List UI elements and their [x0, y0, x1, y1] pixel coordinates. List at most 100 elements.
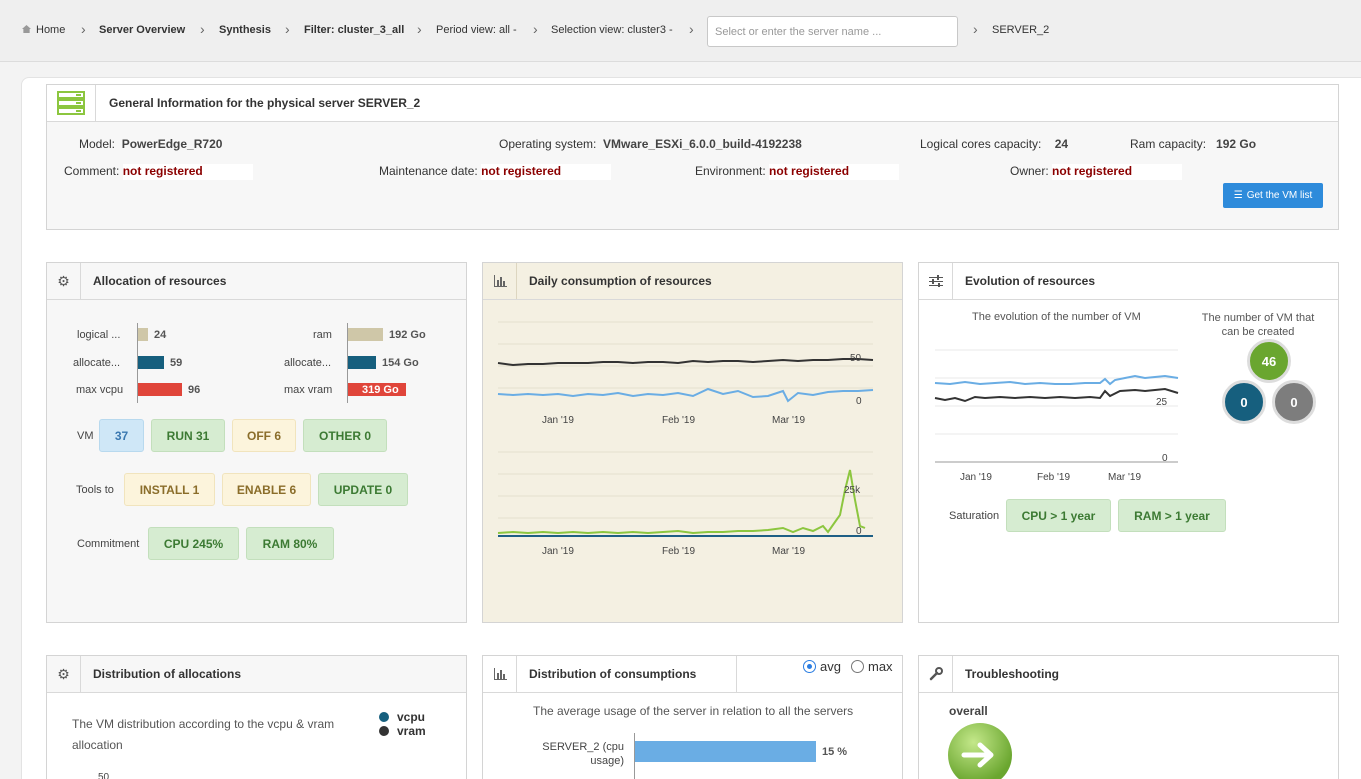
- alloc-value-allocated-vram: 154 Go: [382, 357, 419, 369]
- daily-title: Daily consumption of resources: [529, 274, 712, 288]
- vm-creatable-ram-circle: 0: [1272, 380, 1316, 424]
- chevron-right-icon: ›: [285, 21, 290, 37]
- daily-month-mar-2: Mar '19: [772, 546, 806, 557]
- chevron-right-icon: ›: [81, 21, 86, 37]
- alloc-value-max-vcpu: 96: [188, 384, 201, 396]
- maintenance-field: Maintenance date: not registered: [379, 164, 612, 180]
- breadcrumb-server[interactable]: SERVER_2: [992, 24, 1049, 36]
- saturation-label: Saturation: [949, 510, 1000, 522]
- saturation-ram-chip[interactable]: RAM > 1 year: [1118, 499, 1226, 532]
- alloc-label-allocated-vram: allocate...: [284, 357, 332, 369]
- chevron-right-icon: ›: [533, 21, 538, 37]
- server-rack-icon: [57, 91, 85, 115]
- os-field: Operating system: VMware_ESXi_6.0.0_buil…: [499, 137, 802, 151]
- daily-bottom-tick-25k: 25k: [844, 485, 861, 496]
- panel-header: ⚙ Allocation of resources: [47, 263, 466, 300]
- legend-vram-dot: [379, 726, 389, 736]
- alloc-bar-ram: [348, 328, 383, 341]
- sliders-icon: [919, 263, 953, 299]
- comment-field: Comment: not registered: [64, 164, 253, 180]
- saturation-cpu-chip[interactable]: CPU > 1 year: [1006, 499, 1111, 532]
- bar-chart-icon: [483, 263, 517, 299]
- cores-field: Logical cores capacity: 24: [920, 137, 1069, 151]
- chevron-right-icon: ›: [200, 21, 205, 37]
- chevron-right-icon: ›: [973, 21, 978, 37]
- breadcrumb-filter[interactable]: Filter: cluster_3_all: [304, 24, 404, 36]
- commit-ram-chip[interactable]: RAM 80%: [246, 527, 334, 560]
- dist-alloc-text: The VM distribution according to the vcp…: [72, 717, 335, 752]
- breadcrumb-period[interactable]: Period view: all -: [436, 24, 517, 36]
- panel-header: ⚙ Distribution of allocations: [47, 656, 466, 693]
- tools-install-chip[interactable]: INSTALL 1: [124, 473, 215, 506]
- vm-creatable-cpu-circle: 0: [1222, 380, 1266, 424]
- gear-icon: ⚙: [47, 656, 81, 692]
- daily-series-green: [497, 469, 866, 535]
- tools-label: Tools to: [76, 484, 114, 496]
- evolution-series-blue: [934, 374, 1179, 386]
- avg-radio-label[interactable]: avg: [820, 659, 841, 674]
- vm-label: VM: [77, 430, 94, 442]
- max-radio-label[interactable]: max: [868, 659, 893, 674]
- panel-header: Daily consumption of resources: [483, 263, 902, 300]
- commit-cpu-chip[interactable]: CPU 245%: [148, 527, 239, 560]
- breadcrumb-server-overview[interactable]: Server Overview: [99, 24, 185, 36]
- daily-series-blue: [497, 387, 874, 403]
- evolution-tick-25: 25: [1156, 397, 1168, 408]
- dist-cons-bar: [635, 741, 816, 762]
- breadcrumb-synthesis[interactable]: Synthesis: [219, 24, 271, 36]
- daily-bottom-tick-0: 0: [856, 526, 862, 537]
- legend-vram: vram: [397, 724, 426, 738]
- alloc-label-logical: logical ...: [77, 329, 121, 341]
- dist-alloc-tick: 50: [98, 772, 110, 779]
- breadcrumb-selection[interactable]: Selection view: cluster3 -: [551, 24, 673, 36]
- daily-month-jan: Jan '19: [542, 415, 574, 426]
- tools-enable-chip[interactable]: ENABLE 6: [222, 473, 311, 506]
- overall-label: overall: [949, 704, 988, 718]
- alloc-label-ram: ram: [313, 329, 332, 341]
- dist-cons-bar-label: SERVER_2 (cpu usage): [542, 741, 624, 767]
- vm-run-chip[interactable]: RUN 31: [151, 419, 225, 452]
- evolution-chart: 25 0: [934, 349, 1179, 464]
- dist-cons-title: Distribution of consumptions: [529, 667, 697, 681]
- avg-radio[interactable]: [803, 660, 816, 673]
- daily-top-tick-0: 0: [856, 396, 862, 407]
- dist-cons-text: The average usage of the server in relat…: [533, 704, 854, 718]
- ram-field: Ram capacity: 192 Go: [1130, 137, 1257, 151]
- server-search-input[interactable]: [707, 16, 958, 47]
- get-vm-list-button[interactable]: ☰ Get the VM list: [1223, 183, 1323, 208]
- vm-total-chip[interactable]: 37: [99, 419, 144, 452]
- commitment-label: Commitment: [77, 538, 140, 550]
- wrench-icon: [919, 656, 953, 692]
- alloc-value-logical: 24: [154, 329, 167, 341]
- list-icon: ☰: [1233, 190, 1243, 201]
- evolution-title: Evolution of resources: [965, 274, 1096, 288]
- max-radio[interactable]: [851, 660, 864, 673]
- vm-off-chip[interactable]: OFF 6: [232, 419, 296, 452]
- daily-top-tick-50: 50: [850, 353, 862, 364]
- alloc-value-allocated-vcpu: 59: [170, 357, 183, 369]
- general-info-title: General Information for the physical ser…: [109, 96, 421, 110]
- model-field: Model: PowerEdge_R720: [79, 137, 223, 151]
- vm-other-chip[interactable]: OTHER 0: [303, 419, 387, 452]
- alloc-label-max-vcpu: max vcpu: [76, 384, 124, 396]
- daily-consumption-chart: 50 0 25k 0: [497, 321, 874, 537]
- daily-month-feb-2: Feb '19: [662, 546, 696, 557]
- daily-month-feb: Feb '19: [662, 415, 696, 426]
- legend-vcpu-dot: [379, 712, 389, 722]
- chevron-right-icon: ›: [689, 21, 694, 37]
- alloc-bar-allocated-vram: [348, 356, 376, 369]
- vm-creatable-total-circle: 46: [1247, 339, 1291, 383]
- panel-header: General Information for the physical ser…: [47, 85, 1338, 122]
- daily-month-mar: Mar '19: [772, 415, 806, 426]
- panel-header: Evolution of resources: [919, 263, 1338, 300]
- breadcrumb-home[interactable]: Home: [22, 24, 65, 36]
- bar-chart-icon: [483, 656, 517, 692]
- alloc-bar-max-vcpu: [138, 383, 182, 396]
- evolution-series-dark: [934, 387, 1179, 403]
- environment-field: Environment: not registered: [695, 164, 900, 180]
- chevron-right-icon: ›: [417, 21, 422, 37]
- arrow-right-icon[interactable]: [948, 723, 1012, 779]
- evolution-month-mar: Mar '19: [1108, 472, 1142, 483]
- allocation-title: Allocation of resources: [93, 274, 227, 288]
- tools-update-chip[interactable]: UPDATE 0: [318, 473, 408, 506]
